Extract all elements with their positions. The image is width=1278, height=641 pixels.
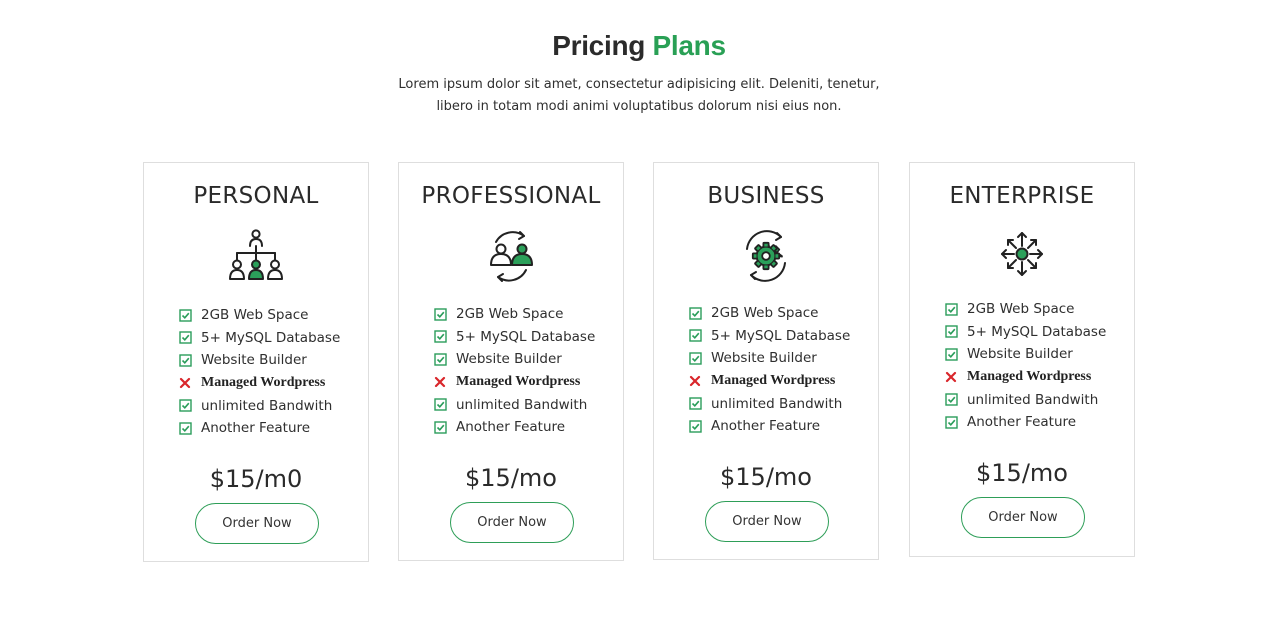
feature-item: 5+ MySQL Database (689, 325, 850, 348)
plan-name: ENTERPRISE (949, 183, 1095, 209)
feature-item: 2GB Web Space (434, 303, 595, 326)
check-icon (179, 331, 201, 345)
section-title: Pricing Plans (0, 30, 1278, 62)
check-icon (945, 325, 967, 339)
feature-item: unlimited Bandwith (689, 392, 850, 415)
check-icon (945, 348, 967, 361)
feature-item: Another Feature (945, 411, 1106, 434)
feature-item: Another Feature (689, 415, 850, 438)
order-now-button[interactable]: Order Now (705, 501, 829, 542)
feature-list: 2GB Web Space 5+ MySQL Database Website … (179, 304, 340, 440)
check-icon (434, 308, 456, 321)
check-icon (434, 330, 456, 344)
order-now-button[interactable]: Order Now (961, 497, 1085, 538)
feature-item: Managed Wordpress (945, 366, 1106, 389)
pricing-card-enterprise: ENTERPRISE 2GB Web Space 5+ MySQL Databa… (909, 162, 1135, 557)
feature-item: Another Feature (179, 417, 340, 440)
pricing-card-professional: PROFESSIONAL 2GB Web Space 5+ MySQL Data… (398, 162, 624, 561)
plan-price: $15/mo (465, 464, 557, 492)
feature-item: 2GB Web Space (689, 302, 850, 325)
cross-icon (689, 375, 711, 387)
check-icon (179, 309, 201, 322)
check-icon (434, 421, 456, 434)
feature-list: 2GB Web Space 5+ MySQL Database Website … (689, 302, 850, 438)
gear-cycle-icon (737, 227, 795, 285)
cross-icon (945, 371, 967, 383)
feature-item: unlimited Bandwith (179, 394, 340, 417)
check-icon (179, 354, 201, 367)
feature-item: Managed Wordpress (179, 372, 340, 395)
feature-item: 2GB Web Space (945, 298, 1106, 321)
check-icon (179, 399, 201, 412)
check-icon (689, 307, 711, 320)
feature-item: unlimited Bandwith (945, 388, 1106, 411)
check-icon (689, 397, 711, 410)
feature-item: Website Builder (434, 348, 595, 371)
cross-icon (434, 376, 456, 388)
plan-price: $15/m0 (209, 465, 303, 493)
feature-item: Another Feature (434, 416, 595, 439)
feature-item: unlimited Bandwith (434, 393, 595, 416)
feature-item: 5+ MySQL Database (179, 327, 340, 350)
pricing-card-business: BUSINESS 2GB Web Space 5+ MySQL Database… (653, 162, 879, 560)
check-icon (689, 420, 711, 433)
plan-price: $15/mo (976, 459, 1068, 487)
user-exchange-icon (482, 227, 540, 285)
plan-name: PERSONAL (193, 183, 319, 209)
plan-name: PROFESSIONAL (421, 183, 601, 209)
feature-item: Managed Wordpress (434, 371, 595, 394)
feature-item: Website Builder (179, 349, 340, 372)
check-icon (434, 398, 456, 411)
feature-list: 2GB Web Space 5+ MySQL Database Website … (434, 303, 595, 439)
section-title-accent: Plans (652, 30, 727, 61)
feature-item: 2GB Web Space (179, 304, 340, 327)
expand-network-icon (993, 227, 1051, 285)
check-icon (179, 422, 201, 435)
order-now-button[interactable]: Order Now (450, 502, 574, 543)
org-hierarchy-icon (227, 227, 285, 285)
feature-item: Managed Wordpress (689, 370, 850, 393)
cross-icon (179, 377, 201, 389)
feature-item: Website Builder (945, 343, 1106, 366)
plan-price: $15/mo (720, 463, 812, 491)
check-icon (945, 416, 967, 429)
feature-item: 5+ MySQL Database (434, 326, 595, 349)
feature-item: 5+ MySQL Database (945, 321, 1106, 344)
feature-list: 2GB Web Space 5+ MySQL Database Website … (945, 298, 1106, 434)
section-intro: Lorem ipsum dolor sit amet, consectetur … (398, 77, 880, 114)
feature-item: Website Builder (689, 347, 850, 370)
check-icon (689, 352, 711, 365)
check-icon (434, 353, 456, 366)
order-now-button[interactable]: Order Now (195, 503, 319, 544)
check-icon (689, 329, 711, 343)
check-icon (945, 393, 967, 406)
check-icon (945, 303, 967, 316)
plan-name: BUSINESS (707, 183, 825, 209)
section-title-main: Pricing (552, 30, 646, 61)
pricing-card-personal: PERSONAL 2GB Web Space 5+ MySQL Database… (143, 162, 369, 562)
